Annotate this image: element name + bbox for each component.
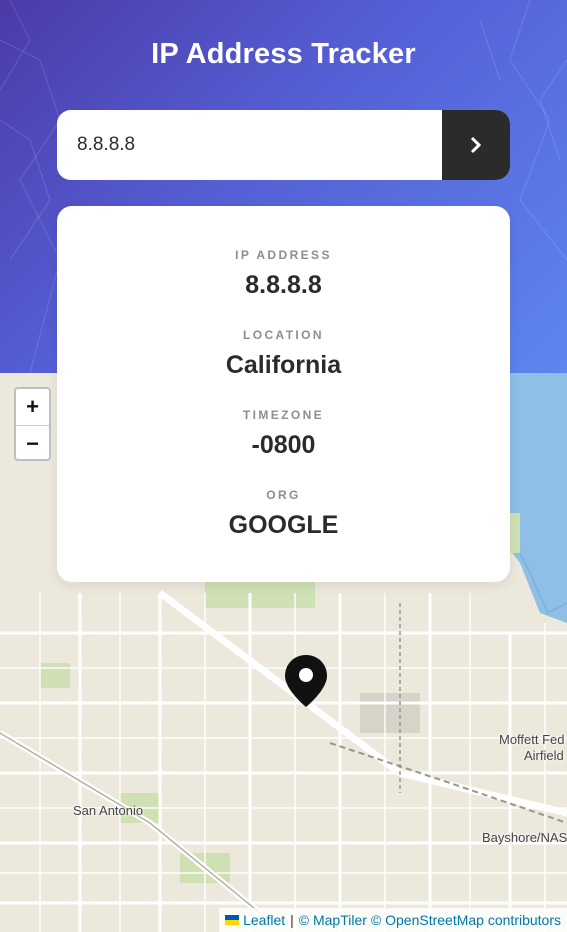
- location-pin-icon[interactable]: [283, 653, 329, 709]
- place-label-san-antonio: San Antonio: [73, 803, 144, 818]
- search-bar: [57, 110, 510, 180]
- page-title: IP Address Tracker: [151, 38, 416, 70]
- maptiler-link[interactable]: © MapTiler: [299, 912, 367, 928]
- openstreetmap-link[interactable]: © OpenStreetMap contributors: [371, 912, 561, 928]
- zoom-control: + −: [14, 387, 51, 461]
- timezone-label: TIMEZONE: [242, 408, 325, 422]
- ip-search-input[interactable]: [57, 110, 442, 180]
- zoom-in-button[interactable]: +: [16, 389, 49, 426]
- map-attribution: Leaflet | © MapTiler © OpenStreetMap con…: [219, 908, 567, 932]
- search-submit-button[interactable]: [442, 110, 510, 180]
- place-label-airfield: Airfield: [524, 748, 564, 763]
- leaflet-link[interactable]: Leaflet: [243, 912, 285, 928]
- org-label: ORG: [266, 488, 301, 502]
- info-card: IP ADDRESS 8.8.8.8 LOCATION California T…: [57, 206, 510, 582]
- timezone-value: -0800: [251, 431, 316, 459]
- org-value: GOOGLE: [228, 511, 339, 539]
- zoom-out-button[interactable]: −: [16, 426, 49, 462]
- place-label-moffett: Moffett Fed: [499, 732, 565, 747]
- ukraine-flag-icon: [225, 915, 240, 925]
- ip-address-value: 8.8.8.8: [245, 271, 322, 299]
- chevron-right-icon: [470, 136, 482, 154]
- place-label-bayshore: Bayshore/NAS: [482, 830, 567, 845]
- attribution-separator: |: [290, 912, 294, 928]
- location-label: LOCATION: [243, 328, 324, 342]
- ip-address-label: IP ADDRESS: [235, 248, 332, 262]
- location-value: California: [225, 351, 342, 379]
